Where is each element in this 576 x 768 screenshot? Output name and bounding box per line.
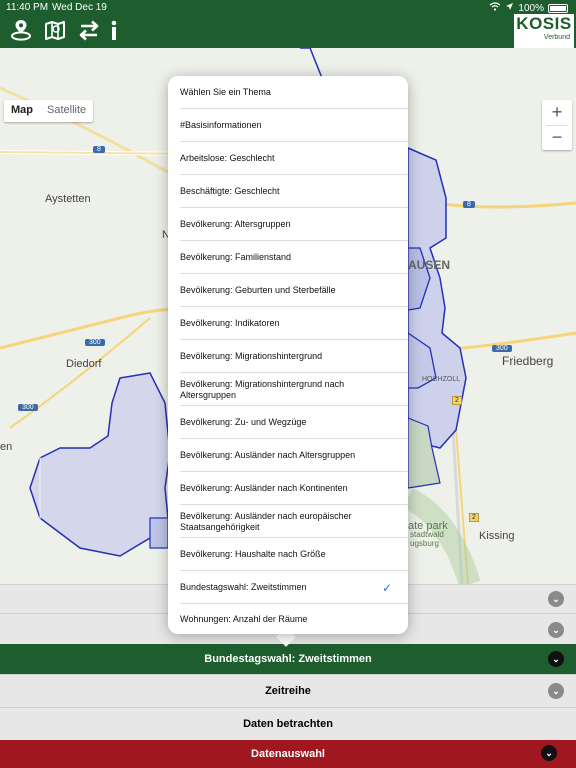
theme-option-label: Bevölkerung: Ausländer nach Altersgruppe… xyxy=(180,450,356,460)
theme-option-label: Bevölkerung: Familienstand xyxy=(180,252,292,262)
theme-option-label: Bevölkerung: Ausländer nach Kontinenten xyxy=(180,483,348,493)
map-type-map[interactable]: Map xyxy=(4,100,40,122)
map-type-satellite[interactable]: Satellite xyxy=(40,100,93,122)
place-hochzoll: HOCHZOLL xyxy=(422,376,461,383)
theme-option[interactable]: Bevölkerung: Altersgruppen xyxy=(168,208,408,241)
zoom-out-button[interactable]: − xyxy=(542,125,572,150)
logo-main-text: KOSIS xyxy=(516,14,572,33)
place-diedorf: Diedorf xyxy=(66,358,102,370)
theme-option[interactable]: Wohnungen: Anzahl der Räume xyxy=(168,604,408,634)
info-button[interactable] xyxy=(106,18,130,44)
map-pin-icon xyxy=(10,20,32,46)
kosis-logo: KOSIS Verbund xyxy=(514,14,574,48)
map-layers-button[interactable] xyxy=(44,18,68,44)
selected-theme-bar[interactable]: Bundestagswahl: Zweitstimmen ⌄ xyxy=(0,644,576,674)
swap-button[interactable] xyxy=(78,18,102,44)
theme-option-label: Bevölkerung: Zu- und Wegzüge xyxy=(180,417,307,427)
selected-theme-label: Bundestagswahl: Zweitstimmen xyxy=(204,653,372,665)
theme-option[interactable]: Wählen Sie ein Thema xyxy=(168,76,408,109)
chevron-down-icon: ⌄ xyxy=(548,651,564,667)
swap-arrows-icon xyxy=(78,20,100,46)
datenauswahl-bar[interactable]: Datenauswahl ⌄ xyxy=(0,740,576,768)
theme-option-label: Wählen Sie ein Thema xyxy=(180,87,271,97)
folded-map-icon xyxy=(44,21,66,46)
battery-icon xyxy=(548,3,568,13)
chevron-down-icon: ⌄ xyxy=(548,683,564,699)
place-park-2: stadtwald xyxy=(410,530,444,539)
theme-option[interactable]: Bevölkerung: Zu- und Wegzüge xyxy=(168,406,408,439)
chevron-down-icon: ⌄ xyxy=(541,745,557,761)
chevron-down-icon: ⌄ xyxy=(548,591,564,607)
theme-option-selected[interactable]: Bundestagswahl: Zweitstimmen ✓ xyxy=(168,571,408,604)
theme-option[interactable]: Bevölkerung: Ausländer nach europäischer… xyxy=(168,505,408,538)
logo-sub-text: Verbund xyxy=(543,34,570,41)
road-shield-300-south: 300 xyxy=(18,404,38,411)
daten-betrachten-label: Daten betrachten xyxy=(243,718,333,730)
road-shield-b8-east: 8 xyxy=(463,201,475,208)
daten-betrachten-bar[interactable]: Daten betrachten xyxy=(0,707,576,740)
theme-option[interactable]: Bevölkerung: Geburten und Sterbefälle xyxy=(168,274,408,307)
theme-option-label: Arbeitslose: Geschlecht xyxy=(180,153,275,163)
map-type-toggle: Map Satellite xyxy=(4,100,94,122)
theme-option-label: Wohnungen: Anzahl der Räume xyxy=(180,613,308,624)
status-date: Wed Dec 19 xyxy=(52,2,107,13)
location-pin-button[interactable] xyxy=(10,18,34,44)
theme-option[interactable]: Bevölkerung: Ausländer nach Kontinenten xyxy=(168,472,408,505)
road-shield-2-south: 2 xyxy=(469,513,479,522)
theme-option[interactable]: Arbeitslose: Geschlecht xyxy=(168,142,408,175)
theme-option-label: Bevölkerung: Migrationshintergrund nach … xyxy=(180,378,345,400)
place-kissing: Kissing xyxy=(479,530,515,542)
theme-option[interactable]: Beschäftigte: Geschlecht xyxy=(168,175,408,208)
theme-option-label: Bevölkerung: Migrationshintergrund xyxy=(180,351,323,361)
theme-option-label: Beschäftigte: Geschlecht xyxy=(180,186,280,196)
zeitreihe-label: Zeitreihe xyxy=(265,685,311,697)
theme-option-label: #Basisinformationen xyxy=(180,120,262,130)
road-shield-300: 300 xyxy=(85,339,105,346)
theme-option-label: Bevölkerung: Indikatoren xyxy=(180,318,280,328)
location-arrow-icon xyxy=(505,2,514,14)
zoom-in-button[interactable]: + xyxy=(542,100,572,125)
theme-option[interactable]: Bevölkerung: Migrationshintergrund nach … xyxy=(168,373,408,406)
checkmark-icon: ✓ xyxy=(381,580,393,595)
theme-option[interactable]: Bevölkerung: Ausländer nach Altersgruppe… xyxy=(168,439,408,472)
wifi-icon xyxy=(489,2,501,14)
road-shield-b8: 8 xyxy=(93,146,105,153)
theme-option[interactable]: Bevölkerung: Indikatoren xyxy=(168,307,408,340)
theme-option-label: Bevölkerung: Haushalte nach Größe xyxy=(180,549,326,559)
theme-option-label: Bevölkerung: Geburten und Sterbefälle xyxy=(180,285,336,295)
status-right: 100% xyxy=(489,2,568,14)
road-shield-300-east: 300 xyxy=(492,345,512,352)
place-park-3: ugsburg xyxy=(410,539,439,548)
chevron-down-icon: ⌄ xyxy=(548,622,564,638)
app-toolbar: 11:40 PM Wed Dec 19 100% KOSIS Verbund xyxy=(0,0,576,48)
place-en-fragment: en xyxy=(0,441,13,453)
status-time: 11:40 PM xyxy=(6,2,49,13)
theme-option-label: Bundestagswahl: Zweitstimmen xyxy=(180,582,307,592)
theme-picker-popover: Wählen Sie ein Thema #Basisinformationen… xyxy=(168,76,408,634)
theme-option-label: Bevölkerung: Altersgruppen xyxy=(180,219,291,229)
info-icon xyxy=(106,20,122,46)
theme-option-label: Bevölkerung: Ausländer nach europäischer… xyxy=(180,510,352,532)
place-augsburg-fragment: AUSEN xyxy=(408,258,451,272)
zoom-control: + − xyxy=(542,100,572,150)
place-aystetten: Aystetten xyxy=(45,193,91,205)
zeitreihe-bar[interactable]: Zeitreihe ⌄ xyxy=(0,674,576,707)
datenauswahl-label: Datenauswahl xyxy=(251,748,325,760)
status-bar: 11:40 PM Wed Dec 19 100% xyxy=(0,0,576,14)
theme-option[interactable]: Bevölkerung: Familienstand xyxy=(168,241,408,274)
theme-option[interactable]: Bevölkerung: Migrationshintergrund xyxy=(168,340,408,373)
road-shield-2: 2 xyxy=(452,396,462,405)
theme-option[interactable]: Bevölkerung: Haushalte nach Größe xyxy=(168,538,408,571)
zoom-divider xyxy=(546,125,568,126)
theme-option[interactable]: #Basisinformationen xyxy=(168,109,408,142)
place-friedberg: Friedberg xyxy=(502,354,554,368)
battery-percent: 100% xyxy=(518,2,544,14)
